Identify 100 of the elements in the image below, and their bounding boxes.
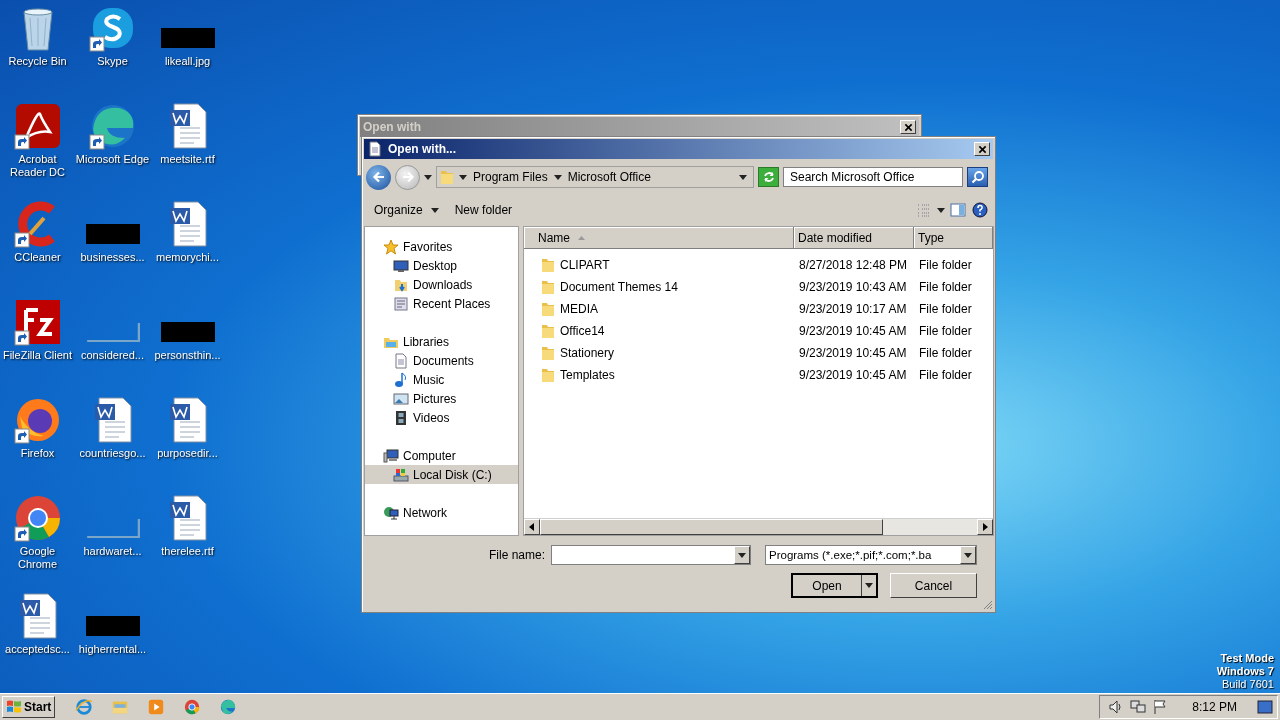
watermark-text: Test Mode (1220, 652, 1274, 665)
file-name-field[interactable] (551, 545, 751, 565)
refresh-icon (761, 170, 776, 184)
toolbar-button[interactable]: Organize (368, 200, 445, 220)
nav-item[interactable]: Local Disk (C:) (365, 465, 518, 484)
icon-label[interactable]: hardwaret... (83, 545, 142, 558)
nav-item[interactable]: Documents (365, 351, 518, 370)
star-icon (383, 238, 399, 255)
nav-item[interactable]: Downloads (365, 275, 518, 294)
folder-icon (540, 279, 556, 295)
breadcrumb-item[interactable]: Microsoft Office (565, 170, 653, 184)
caret-icon (553, 174, 562, 180)
icon-label[interactable]: therelee.rtf (161, 545, 214, 558)
nav-item[interactable]: Music (365, 370, 518, 389)
column-header[interactable]: Date modified (794, 227, 914, 249)
icon-label[interactable]: Microsoft Edge (75, 153, 150, 166)
address-bar[interactable]: Program Files Microsoft Office (436, 166, 754, 188)
icon-label[interactable]: purposedir... (157, 447, 218, 460)
file-type-dropdown[interactable]: Programs (*.exe;*.pif;*.com;*.ba (765, 545, 977, 565)
flag-icon[interactable] (1152, 699, 1169, 715)
icon-label[interactable]: FileZilla Client (2, 349, 73, 362)
cancel-button[interactable]: Cancel (890, 573, 977, 598)
windows-logo-icon (6, 699, 22, 715)
watermark-text: Build 7601 (1222, 678, 1274, 691)
file-name[interactable]: MEDIA (524, 301, 794, 317)
back-arrow-icon (371, 170, 386, 184)
icon-label[interactable]: Acrobat Reader DC (0, 153, 75, 179)
folder-icon (540, 345, 556, 361)
search-button[interactable] (967, 167, 988, 187)
dropdown-caret-icon (739, 174, 747, 180)
icon-label[interactable]: countriesgo... (79, 447, 146, 460)
nav-item[interactable]: Libraries (365, 332, 518, 351)
document-icon (393, 352, 409, 369)
icon-label[interactable]: memorychi... (156, 251, 219, 264)
close-button[interactable] (900, 120, 916, 134)
icon-label[interactable]: meetsite.rtf (160, 153, 215, 166)
icon-label[interactable]: likeall.jpg (164, 55, 211, 68)
icon-label[interactable]: higherrental... (78, 643, 147, 656)
nav-item[interactable]: Recent Places (365, 294, 518, 313)
close-icon (977, 144, 987, 154)
folder-icon (540, 367, 556, 383)
history-caret-icon (424, 174, 432, 180)
resize-grip-icon[interactable] (983, 600, 993, 610)
clock[interactable]: 8:12 PM (1192, 700, 1237, 714)
caret-icon (738, 552, 746, 558)
table-cell-text: File folder (918, 280, 973, 294)
nav-item[interactable]: Desktop (365, 256, 518, 275)
search-field[interactable]: Search Microsoft Office (783, 167, 963, 187)
icon-label[interactable]: businesses... (80, 251, 145, 264)
nav-item[interactable]: Videos (365, 408, 518, 427)
icon-label[interactable]: Firefox (20, 447, 55, 460)
close-button[interactable] (974, 142, 990, 156)
icon-label[interactable]: CCleaner (14, 251, 61, 264)
table-cell-text: 8/27/2018 12:48 PM (798, 258, 909, 272)
file-name[interactable]: Stationery (524, 345, 794, 361)
file-name[interactable]: Templates (524, 367, 794, 383)
recent-places-icon (393, 295, 409, 312)
icon-label[interactable]: personsthin... (154, 349, 221, 362)
film-icon (393, 409, 409, 426)
scroll-left-icon[interactable] (529, 523, 535, 531)
nav-item[interactable]: Favorites (365, 237, 518, 256)
picture-icon (393, 390, 409, 407)
field-label: File name: (488, 548, 545, 562)
file-name[interactable]: Document Themes 14 (524, 279, 794, 295)
file-name[interactable]: CLIPART (524, 257, 794, 273)
horizontal-scrollbar[interactable] (524, 518, 993, 535)
toolbar-button[interactable]: New folder (448, 200, 519, 220)
back-button[interactable] (366, 164, 391, 190)
start-button[interactable]: Start (2, 696, 56, 718)
document-icon (367, 141, 383, 157)
forward-button[interactable] (395, 164, 420, 190)
table-cell-text: File folder (918, 368, 973, 382)
nav-item[interactable]: Computer (365, 446, 518, 465)
column-header[interactable]: Type (914, 227, 993, 249)
icon-label[interactable]: considered... (81, 349, 144, 362)
icon-label[interactable]: Skype (97, 55, 128, 68)
icon-label[interactable]: Recycle Bin (8, 55, 67, 68)
caret-icon (459, 174, 467, 180)
file-name[interactable]: Office14 (524, 323, 794, 339)
table-cell-text: File folder (918, 302, 973, 316)
monitor-icon (393, 257, 409, 274)
icon-label[interactable]: acceptedsc... (5, 643, 70, 656)
column-header[interactable]: Name (524, 227, 794, 249)
help-icon[interactable] (971, 202, 989, 218)
forward-arrow-icon (400, 170, 415, 184)
caret-icon (430, 207, 439, 213)
table-cell-text: 9/23/2019 10:45 AM (798, 346, 908, 360)
table-cell-text: 9/23/2019 10:17 AM (798, 302, 908, 316)
icon-label[interactable]: Google Chrome (0, 545, 75, 571)
nav-item[interactable]: Network (365, 503, 518, 522)
close-icon (903, 122, 913, 132)
breadcrumb-item[interactable]: Program Files (471, 170, 550, 184)
caret-icon (865, 583, 873, 588)
network-icon[interactable] (1130, 699, 1147, 715)
sort-arrow-icon (578, 235, 585, 240)
refresh-button[interactable] (758, 167, 779, 187)
open-button[interactable]: Open (791, 573, 878, 598)
scroll-right-icon[interactable] (982, 523, 988, 531)
folder-icon (540, 257, 556, 273)
nav-item[interactable]: Pictures (365, 389, 518, 408)
